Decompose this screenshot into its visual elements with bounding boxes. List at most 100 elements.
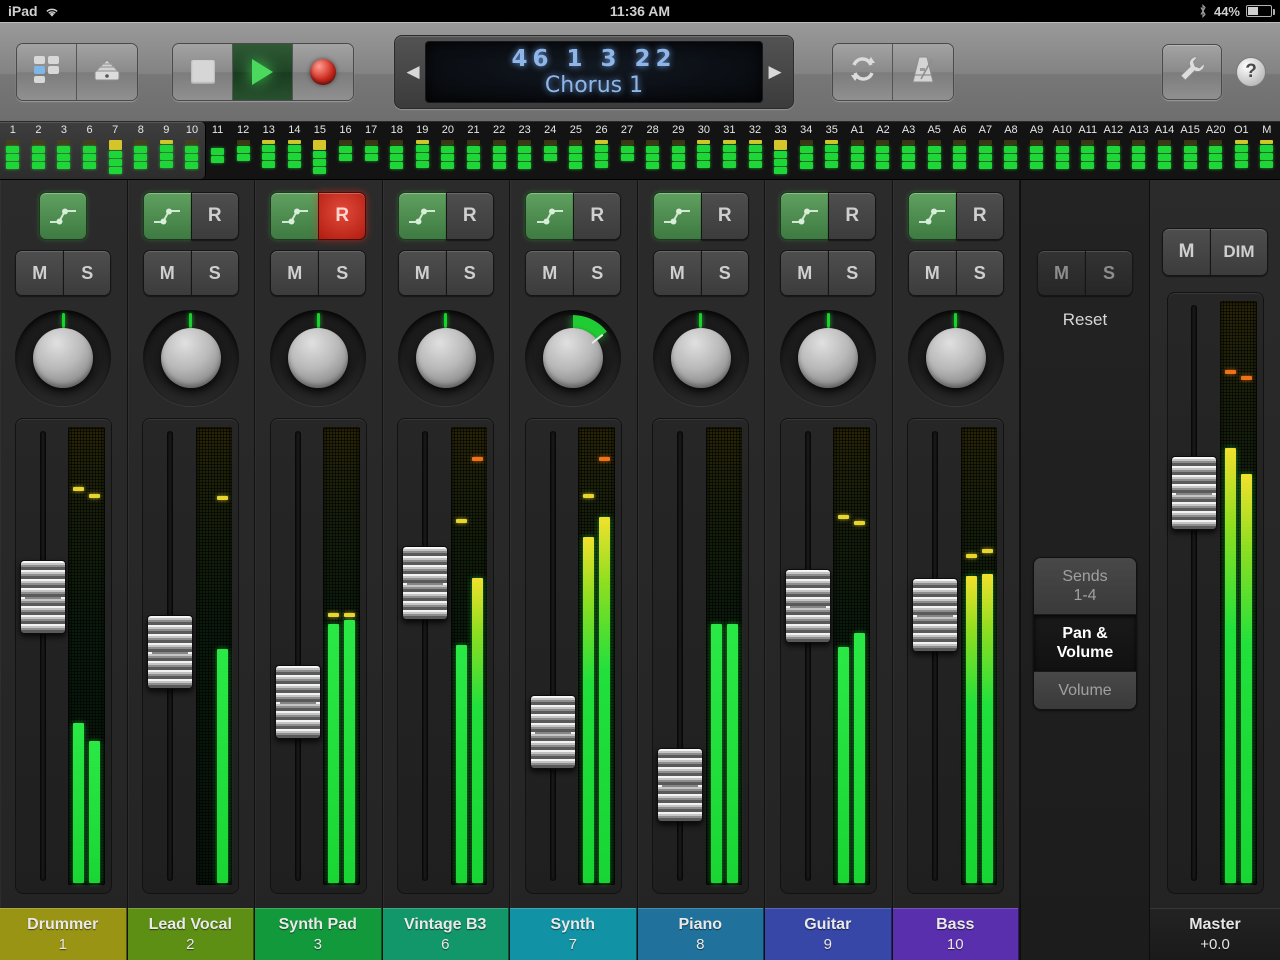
ruler-cell[interactable]: 8 [128, 122, 154, 179]
ruler-cell[interactable]: 18 [384, 122, 410, 179]
record-enable-button[interactable]: R [828, 192, 877, 240]
pan-knob[interactable] [907, 310, 1004, 406]
stop-button[interactable] [173, 43, 233, 100]
pan-knob[interactable] [15, 310, 112, 406]
ruler-cell[interactable]: 7 [102, 122, 128, 179]
ruler-cell[interactable]: A7 [973, 122, 999, 179]
ruler-cell[interactable]: A2 [870, 122, 896, 179]
fader-handle[interactable] [657, 747, 703, 822]
mute-button[interactable]: M [525, 250, 574, 296]
ruler-cell[interactable]: 34 [793, 122, 819, 179]
ruler-cell[interactable]: A8 [998, 122, 1024, 179]
ruler-cell[interactable]: 15 [307, 122, 333, 179]
ruler-cell[interactable]: A13 [1126, 122, 1152, 179]
ruler-cell[interactable]: 23 [512, 122, 538, 179]
ruler-cell[interactable]: 27 [614, 122, 640, 179]
ruler-cell[interactable]: A11 [1075, 122, 1101, 179]
lcd-prev-button[interactable]: ◀ [401, 62, 425, 82]
help-button[interactable]: ? [1236, 56, 1266, 87]
reset-label[interactable]: Reset [1063, 310, 1107, 330]
fader-handle[interactable] [529, 694, 576, 769]
ruler-cell[interactable]: 26 [589, 122, 615, 179]
fader-handle[interactable] [19, 559, 66, 634]
mute-button[interactable]: M [652, 250, 701, 296]
ruler-cell[interactable]: 14 [282, 122, 308, 179]
record-enable-button[interactable]: R [955, 192, 1004, 240]
ruler-cell[interactable]: 16 [333, 122, 359, 179]
knob-cap[interactable] [160, 328, 221, 388]
ruler-cell[interactable]: 12 [230, 122, 256, 179]
ruler-cell[interactable]: 21 [461, 122, 487, 179]
ruler-cell[interactable]: 2 [26, 122, 52, 179]
metronome-button[interactable] [893, 43, 953, 100]
knob-cap[interactable] [670, 328, 731, 388]
fader-handle[interactable] [1171, 455, 1218, 530]
ruler-cell[interactable]: 24 [537, 122, 563, 179]
solo-button[interactable]: S [63, 250, 112, 296]
knob-cap[interactable] [415, 328, 476, 388]
ruler-cell[interactable]: 32 [742, 122, 768, 179]
ruler-cell[interactable]: A20 [1203, 122, 1229, 179]
knob-cap[interactable] [798, 328, 859, 388]
fader-track[interactable] [1191, 305, 1198, 881]
track-name-plate[interactable]: Drummer 1 [0, 908, 127, 960]
pan-knob[interactable] [270, 310, 367, 406]
lcd-next-button[interactable]: ▶ [763, 62, 787, 82]
automation-button[interactable] [142, 192, 191, 240]
cycle-button[interactable] [833, 43, 893, 100]
mixer-mode-button[interactable]: Sends 1-4 [1034, 558, 1136, 615]
solo-button[interactable]: S [445, 250, 494, 296]
pan-knob[interactable] [397, 310, 494, 406]
ruler-cell[interactable]: 19 [410, 122, 436, 179]
ruler-cell[interactable]: A15 [1177, 122, 1203, 179]
mute-button[interactable]: M [15, 250, 64, 296]
solo-button[interactable]: S [955, 250, 1004, 296]
master-mute-button[interactable]: M [1162, 228, 1210, 276]
knob-cap[interactable] [925, 328, 986, 388]
ruler-cell[interactable]: A10 [1049, 122, 1075, 179]
ruler-cell[interactable]: 31 [717, 122, 743, 179]
ruler-cell[interactable]: A14 [1152, 122, 1178, 179]
master-dim-button[interactable]: DIM [1210, 228, 1268, 276]
solo-button[interactable]: S [318, 250, 367, 296]
record-enable-button[interactable]: R [573, 192, 622, 240]
pan-knob[interactable] [780, 310, 877, 406]
fader-handle[interactable] [784, 568, 831, 643]
ruler-cell[interactable]: 11 [205, 122, 231, 179]
track-overview-ruler[interactable]: 1 2 3 6 7 8 9 10 11 12 13 14 15 16 17 18 19 20 21 22 23 24 25 2… [0, 122, 1280, 180]
ruler-cell[interactable]: 22 [486, 122, 512, 179]
ruler-cell[interactable]: 29 [665, 122, 691, 179]
automation-button[interactable] [780, 192, 829, 240]
track-name-plate[interactable]: Piano 8 [637, 908, 764, 960]
knob-cap[interactable] [288, 328, 349, 388]
automation-button[interactable] [39, 192, 88, 240]
global-mute-button[interactable]: M [1037, 250, 1085, 296]
track-name-plate[interactable]: Bass 10 [892, 908, 1019, 960]
browser-button[interactable] [77, 43, 137, 100]
mute-button[interactable]: M [907, 250, 956, 296]
track-name-plate[interactable]: Synth 7 [510, 908, 637, 960]
fader-handle[interactable] [147, 614, 193, 689]
mute-button[interactable]: M [780, 250, 829, 296]
solo-button[interactable]: S [190, 250, 239, 296]
ruler-cell[interactable]: 9 [154, 122, 180, 179]
mixer-mode-button[interactable]: Pan & Volume [1034, 615, 1136, 672]
play-button[interactable] [233, 43, 293, 100]
pan-knob[interactable] [652, 310, 749, 406]
mute-button[interactable]: M [142, 250, 191, 296]
mute-button[interactable]: M [270, 250, 319, 296]
fader-track[interactable] [39, 431, 46, 881]
record-enable-button[interactable]: R [318, 192, 367, 240]
pan-knob[interactable] [142, 310, 239, 406]
ruler-cell[interactable]: A3 [896, 122, 922, 179]
automation-button[interactable] [270, 192, 319, 240]
mixer-mode-button[interactable]: Volume [1034, 672, 1136, 709]
fader-track[interactable] [804, 431, 811, 881]
record-enable-button[interactable]: R [190, 192, 239, 240]
ruler-cell[interactable]: 10 [179, 122, 205, 179]
record-enable-button[interactable]: R [700, 192, 749, 240]
knob-cap[interactable] [33, 328, 94, 388]
global-solo-button[interactable]: S [1085, 250, 1133, 296]
ruler-cell[interactable]: 20 [435, 122, 461, 179]
ruler-cell[interactable]: 30 [691, 122, 717, 179]
